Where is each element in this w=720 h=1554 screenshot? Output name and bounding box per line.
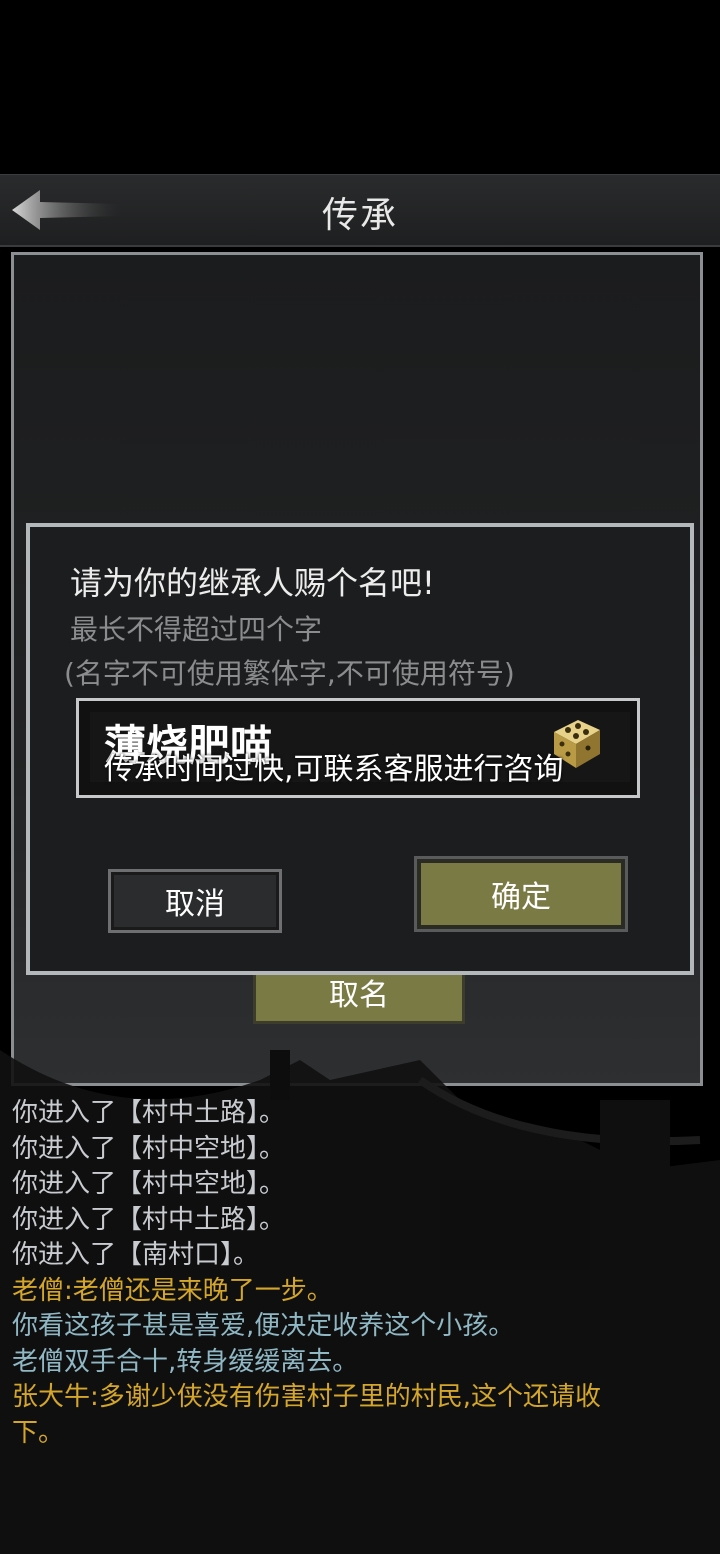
toast-message: 传承时间过快,可联系客服进行咨询 [104, 752, 564, 787]
cancel-button[interactable]: 取消 [108, 869, 282, 933]
dialog-prompt: 请为你的继承人赐个名吧! [70, 564, 435, 602]
log-line: 老僧:老僧还是来晚了一步。 [12, 1275, 333, 1306]
page-title: 传承 [321, 195, 398, 236]
log-line: 你进入了【南村口】。 [12, 1240, 260, 1270]
log-line: 你进入了【村中土路】。 [12, 1098, 286, 1128]
log-line: 张大牛:多谢少侠没有伤害村子里的村民,这个还请收 [12, 1382, 602, 1412]
log-line: 老僧双手合十,转身缓缓离去。 [12, 1346, 359, 1377]
log-line: 你进入了【村中土路】。 [12, 1204, 286, 1235]
dialog-hint-length: 最长不得超过四个字 [70, 613, 323, 646]
dialog-hint-rules: (名字不可使用繁体字,不可使用符号) [64, 657, 515, 690]
message-log: 你进入了【村中土路】。 你进入了【村中空地】。 你进入了【村中空地】。 你进入了… [12, 1096, 712, 1451]
log-line: 你进入了【村中空地】。 [12, 1133, 286, 1164]
confirm-button[interactable]: 确定 [414, 856, 628, 932]
log-line: 下。 [12, 1417, 65, 1448]
log-line: 你看这孩子甚是喜爱,便决定收养这个小孩。 [12, 1311, 515, 1341]
log-line: 你进入了【村中空地】。 [12, 1169, 286, 1199]
